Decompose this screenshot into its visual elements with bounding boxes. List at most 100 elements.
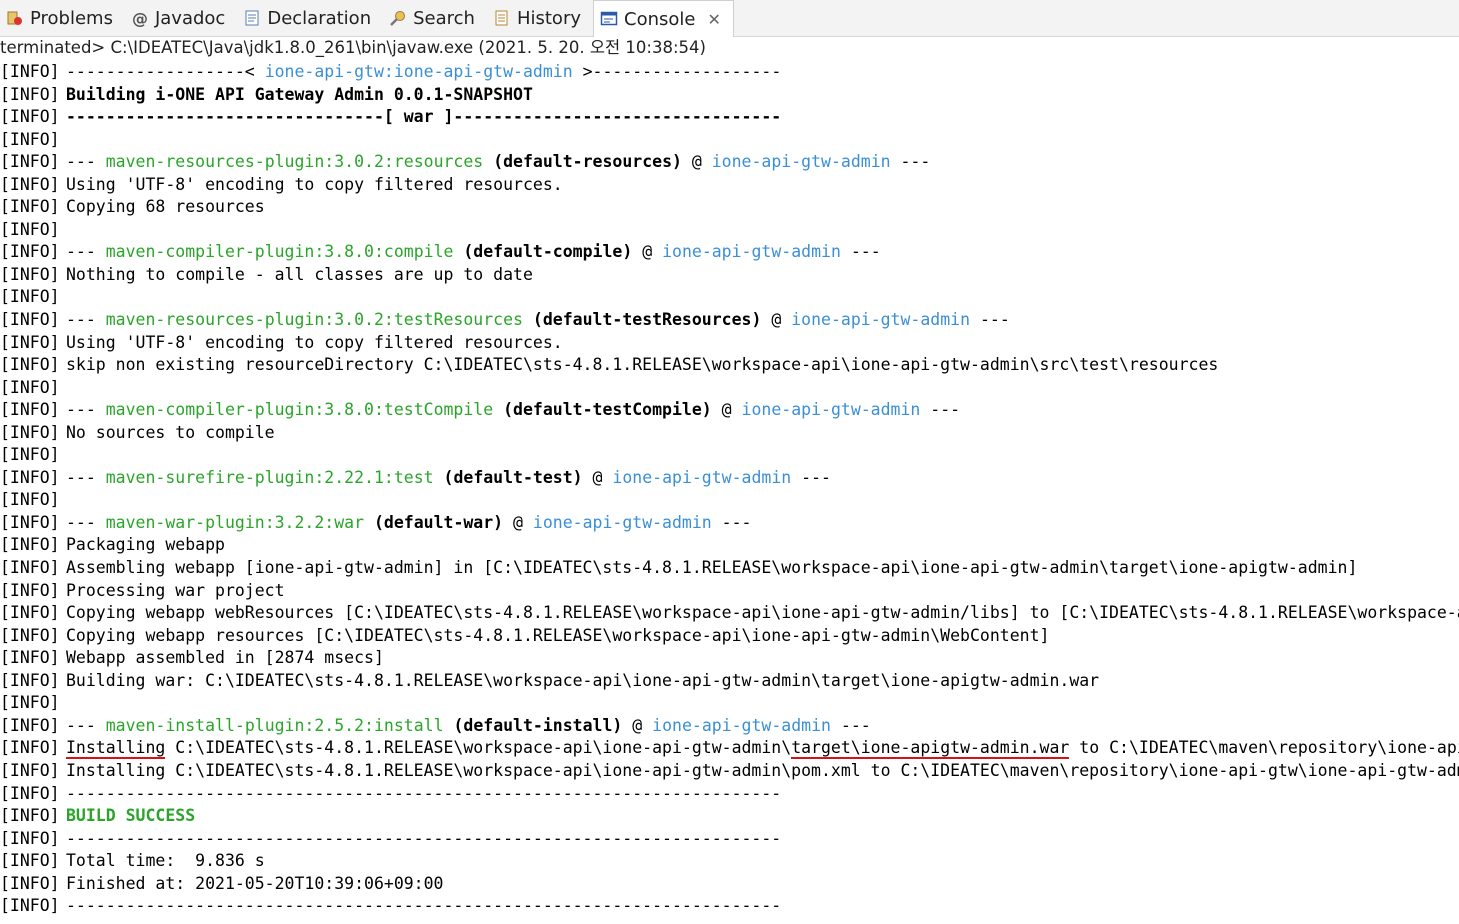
- console-line: [INFO] Installing C:\IDEATEC\sts-4.8.1.RE…: [0, 737, 1459, 760]
- log-level-prefix: [INFO]: [0, 603, 60, 623]
- log-level-prefix: [INFO]: [0, 625, 60, 645]
- log-level-prefix: [INFO]: [0, 355, 60, 375]
- console-line-text: --- maven-resources-plugin:3.0.2:testRes…: [66, 310, 1010, 330]
- console-line-text: skip non existing resourceDirectory C:\I…: [66, 355, 1219, 375]
- log-level-prefix: [INFO]: [0, 310, 60, 330]
- tab-javadoc[interactable]: @ Javadoc: [125, 0, 237, 36]
- console-line-text: Copying webapp webResources [C:\IDEATEC\…: [66, 603, 1459, 623]
- log-level-prefix: [INFO]: [0, 219, 60, 239]
- console-line: [INFO]: [0, 286, 1459, 309]
- tab-label: Search: [413, 7, 475, 29]
- tab-history[interactable]: History: [487, 0, 593, 36]
- console-line-text: Copying 68 resources: [66, 197, 265, 217]
- log-level-prefix: [INFO]: [0, 129, 60, 149]
- tab-console[interactable]: Console ✕: [593, 0, 734, 37]
- tab-label: Declaration: [267, 7, 372, 29]
- log-level-prefix: [INFO]: [0, 377, 60, 397]
- console-line: [INFO] Webapp assembled in [2874 msecs]: [0, 647, 1459, 670]
- console-line-text: --- maven-surefire-plugin:2.22.1:test (d…: [66, 467, 831, 487]
- tab-declaration[interactable]: Declaration: [237, 0, 383, 36]
- log-level-prefix: [INFO]: [0, 693, 60, 713]
- tab-label: Console: [624, 8, 696, 30]
- console-line: [INFO] Building i-ONE API Gateway Admin 0…: [0, 84, 1459, 107]
- console-line: [INFO] --- maven-install-plugin:2.5.2:ins…: [0, 715, 1459, 738]
- tab-label: Problems: [30, 7, 113, 29]
- console-line: [INFO] --- maven-war-plugin:3.2.2:war (de…: [0, 512, 1459, 535]
- console-line: [INFO] Total time: 9.836 s: [0, 850, 1459, 873]
- log-level-prefix: [INFO]: [0, 400, 60, 420]
- console-line-text: Nothing to compile - all classes are up …: [66, 264, 533, 284]
- log-level-prefix: [INFO]: [0, 84, 60, 104]
- tab-search[interactable]: Search: [383, 0, 487, 36]
- console-line: [INFO]: [0, 129, 1459, 152]
- console-line-text: Using 'UTF-8' encoding to copy filtered …: [66, 174, 563, 194]
- log-level-prefix: [INFO]: [0, 512, 60, 532]
- log-level-prefix: [INFO]: [0, 287, 60, 307]
- console-line: [INFO] No sources to compile: [0, 422, 1459, 445]
- console-line: [INFO] --- maven-surefire-plugin:2.22.1:t…: [0, 467, 1459, 490]
- log-level-prefix: [INFO]: [0, 738, 60, 758]
- console-line-text: --- maven-war-plugin:3.2.2:war (default-…: [66, 512, 752, 532]
- log-level-prefix: [INFO]: [0, 264, 60, 284]
- log-level-prefix: [INFO]: [0, 783, 60, 803]
- console-line-text: Building i-ONE API Gateway Admin 0.0.1-S…: [66, 84, 533, 104]
- log-level-prefix: [INFO]: [0, 558, 60, 578]
- console-line: [INFO] --- maven-resources-plugin:3.0.2:t…: [0, 309, 1459, 332]
- console-line-text: Copying webapp resources [C:\IDEATEC\sts…: [66, 625, 1050, 645]
- console-icon: [600, 10, 618, 28]
- log-level-prefix: [INFO]: [0, 174, 60, 194]
- log-level-prefix: [INFO]: [0, 580, 60, 600]
- javadoc-icon: @: [131, 8, 148, 28]
- console-line-text: --------------------------------[ war ]-…: [66, 107, 782, 127]
- close-icon[interactable]: ✕: [707, 10, 720, 29]
- console-line-text: ----------------------------------------…: [66, 828, 782, 848]
- console-status: terminated> C:\IDEATEC\Java\jdk1.8.0_261…: [0, 38, 706, 57]
- console-line: [INFO] ----------------------------------…: [0, 783, 1459, 806]
- console-line: [INFO]: [0, 692, 1459, 715]
- console-line: [INFO] Finished at: 2021-05-20T10:39:06+0…: [0, 873, 1459, 896]
- log-level-prefix: [INFO]: [0, 422, 60, 442]
- console-line-text: ----------------------------------------…: [66, 783, 782, 803]
- log-level-prefix: [INFO]: [0, 107, 60, 127]
- console-line: [INFO]: [0, 444, 1459, 467]
- console-line-text: Installing C:\IDEATEC\sts-4.8.1.RELEASE\…: [66, 760, 1459, 780]
- console-line: [INFO] Nothing to compile - all classes a…: [0, 264, 1459, 287]
- log-level-prefix: [INFO]: [0, 760, 60, 780]
- log-level-prefix: [INFO]: [0, 896, 60, 916]
- console-line: [INFO] --- maven-compiler-plugin:3.8.0:co…: [0, 241, 1459, 264]
- console-line-text: Total time: 9.836 s: [66, 851, 265, 871]
- console-line-text: --- maven-compiler-plugin:3.8.0:compile …: [66, 242, 881, 262]
- console-line: [INFO] skip non existing resourceDirector…: [0, 354, 1459, 377]
- log-level-prefix: [INFO]: [0, 445, 60, 465]
- log-level-prefix: [INFO]: [0, 332, 60, 352]
- log-level-prefix: [INFO]: [0, 806, 60, 826]
- console-line: [INFO] --- maven-compiler-plugin:3.8.0:te…: [0, 399, 1459, 422]
- console-line-text: Processing war project: [66, 580, 285, 600]
- view-tab-bar: Problems @ Javadoc Declaration Search Hi…: [0, 0, 1459, 37]
- console-line: [INFO] Processing war project: [0, 580, 1459, 603]
- log-level-prefix: [INFO]: [0, 670, 60, 690]
- console-line-text: --- maven-compiler-plugin:3.8.0:testComp…: [66, 400, 961, 420]
- console-output[interactable]: [INFO] ------------------< ione-api-gtw:i…: [0, 61, 1459, 924]
- console-line: [INFO] ----------------------------------…: [0, 895, 1459, 918]
- log-level-prefix: [INFO]: [0, 828, 60, 848]
- log-level-prefix: [INFO]: [0, 467, 60, 487]
- console-line: [INFO] Building war: C:\IDEATEC\sts-4.8.1…: [0, 670, 1459, 693]
- console-line-text: --- maven-resources-plugin:3.0.2:resourc…: [66, 152, 931, 172]
- console-line: [INFO] --------------------------------[ …: [0, 106, 1459, 129]
- console-line-text: Packaging webapp: [66, 535, 225, 555]
- log-level-prefix: [INFO]: [0, 535, 60, 555]
- console-line: [INFO]: [0, 377, 1459, 400]
- log-level-prefix: [INFO]: [0, 715, 60, 735]
- console-line: [INFO] ----------------------------------…: [0, 828, 1459, 851]
- problems-icon: [6, 9, 24, 27]
- console-line: [INFO] Using 'UTF-8' encoding to copy fil…: [0, 174, 1459, 197]
- console-line-text: ------------------< ione-api-gtw:ione-ap…: [66, 62, 782, 81]
- log-level-prefix: [INFO]: [0, 197, 60, 217]
- console-line-text: Using 'UTF-8' encoding to copy filtered …: [66, 332, 563, 352]
- console-line: [INFO] --- maven-resources-plugin:3.0.2:r…: [0, 151, 1459, 174]
- console-line-text: ----------------------------------------…: [66, 896, 782, 916]
- console-line: [INFO] Assembling webapp [ione-api-gtw-ad…: [0, 557, 1459, 580]
- tab-problems[interactable]: Problems: [0, 0, 125, 36]
- declaration-icon: [243, 9, 261, 27]
